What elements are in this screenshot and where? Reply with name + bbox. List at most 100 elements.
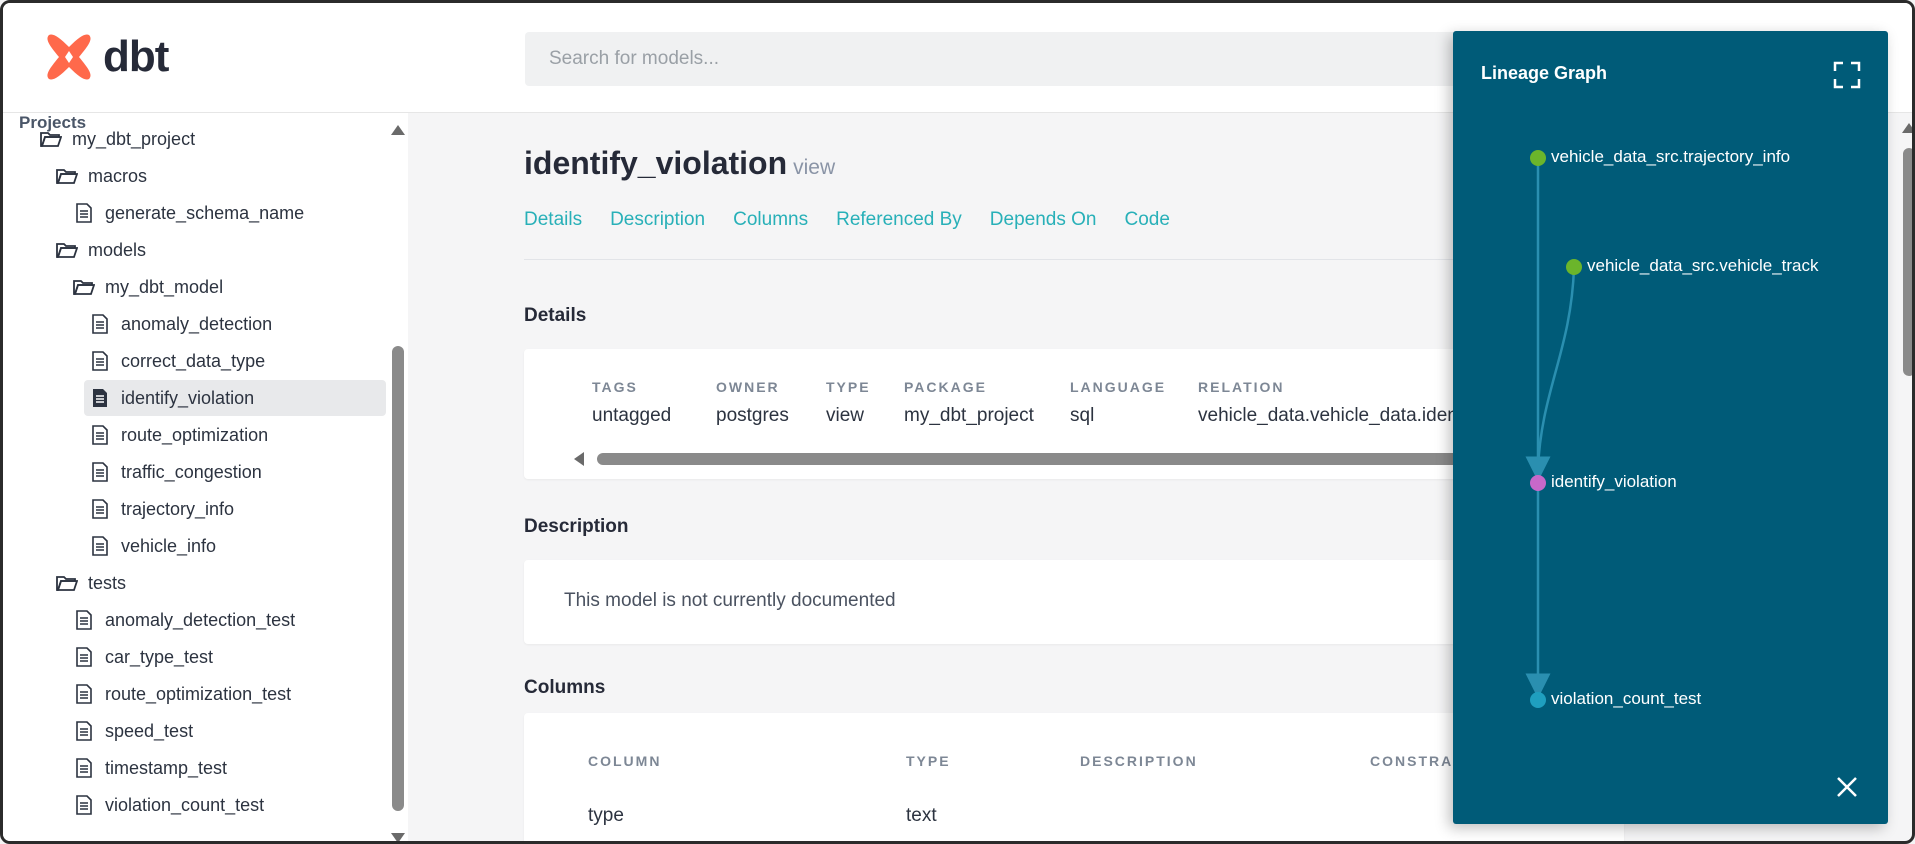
file-icon [76,610,92,630]
tree-item-label: route_optimization [121,424,269,445]
detail-value: untagged [592,405,672,426]
description-text: This model is not currently documented [564,590,896,611]
tree-file-car-type-test[interactable]: car_type_test [73,639,213,675]
close-icon[interactable] [1835,775,1859,799]
sidebar-scrollbar[interactable] [385,121,408,841]
file-filled-icon [93,389,107,407]
lineage-panel: Lineage Graph vehicle_data_src.trajector… [1453,31,1888,824]
model-name: identify_violation [524,145,788,181]
file-icon [76,203,92,223]
tree-item-label: car_type_test [105,646,214,667]
file-icon [76,647,92,667]
tab-details[interactable]: Details [524,209,582,231]
tree-file-route-optimization-test[interactable]: route_optimization_test [73,676,291,712]
tree-file-trajectory-info[interactable]: trajectory_info [89,491,234,527]
detail-label: OWNER [716,379,780,395]
lineage-node-dot[interactable] [1530,692,1546,708]
main-scroll-thumb[interactable] [1903,148,1912,376]
folder-open-icon [73,280,95,295]
detail-value: postgres [716,405,789,426]
tree-file-traffic-congestion[interactable]: traffic_congestion [89,454,262,490]
tab-depends-on[interactable]: Depends On [990,209,1097,231]
lineage-node-violation-count-test[interactable]: violation_count_test [1551,689,1701,709]
tree-file-vehicle-info[interactable]: vehicle_info [89,528,216,564]
lineage-node-vehicle-track[interactable]: vehicle_data_src.vehicle_track [1587,256,1819,276]
folder-open-icon [40,132,62,147]
detail-label: RELATION [1198,379,1285,395]
detail-label: TAGS [592,379,638,395]
column-header-type[interactable]: TYPE [906,753,951,769]
column-header-column[interactable]: COLUMN [588,753,661,769]
detail-package: PACKAGE my_dbt_project [904,379,1034,427]
dbt-logo[interactable]: dbt [43,31,169,83]
folder-open-icon [56,576,78,591]
lineage-node-identify-violation[interactable]: identify_violation [1551,472,1677,492]
description-heading: Description [524,516,629,537]
tab-referenced-by[interactable]: Referenced By [836,209,962,231]
tree-item-label: speed_test [105,720,194,741]
file-icon [92,351,108,371]
details-heading: Details [524,305,587,326]
tree-folder-models[interactable]: models [56,232,146,268]
detail-value: sql [1070,405,1095,426]
logo-text: dbt [103,32,169,81]
tree-item-label: models [88,239,147,260]
lineage-node-dot[interactable] [1530,150,1546,166]
column-header-description[interactable]: DESCRIPTION [1080,753,1198,769]
file-icon [76,795,92,815]
tab-code[interactable]: Code [1124,209,1169,231]
detail-label: TYPE [826,379,871,395]
detail-language: LANGUAGE sql [1070,379,1166,427]
tree-file-anomaly-detection[interactable]: anomaly_detection [89,306,272,342]
scroll-left-arrow-icon[interactable] [574,452,584,466]
tree-item-label: timestamp_test [105,757,228,778]
scroll-up-arrow-icon[interactable] [391,125,405,135]
tab-columns[interactable]: Columns [733,209,808,231]
detail-owner: OWNER postgres [716,379,789,427]
file-icon [76,758,92,778]
dbt-logo-icon [47,34,91,80]
tree-file-route-optimization[interactable]: route_optimization [89,417,268,453]
folder-open-icon [56,169,78,184]
main-scrollbar[interactable] [1898,113,1912,841]
file-icon [92,536,108,556]
scroll-up-arrow-icon[interactable] [1902,123,1912,133]
file-icon [76,721,92,741]
column-header-constraints[interactable]: CONSTRAI [1370,753,1459,769]
tree-item-label: identify_violation [121,387,255,408]
detail-type: TYPE view [826,379,871,427]
lineage-node-dot[interactable] [1530,475,1546,491]
scroll-down-arrow-icon[interactable] [391,833,405,841]
folder-open-icon [56,243,78,258]
tree-file-anomaly-detection-test[interactable]: anomaly_detection_test [73,602,295,638]
tree-item-label: vehicle_info [121,535,217,556]
tree-folder-my-dbt-model[interactable]: my_dbt_model [73,269,223,305]
detail-relation: RELATION vehicle_data.vehicle_data.ident [1198,379,1463,427]
detail-value: view [826,405,865,426]
tree-file-generate-schema-name[interactable]: generate_schema_name [73,195,304,231]
column-cell-name[interactable]: type [588,805,624,827]
sidebar-scroll-thumb[interactable] [392,346,404,811]
tree-item-label: anomaly_detection [121,313,273,334]
tree-item-label: route_optimization_test [105,683,292,704]
tree-file-violation-count-test[interactable]: violation_count_test [73,787,264,823]
lineage-node-trajectory-info[interactable]: vehicle_data_src.trajectory_info [1551,147,1790,167]
tree-folder-tests[interactable]: tests [56,565,126,601]
tree-item-label: anomaly_detection_test [105,609,296,630]
column-cell-type: text [906,805,937,826]
tree-item-label: my_dbt_project [72,128,196,149]
tree-item-label: violation_count_test [105,794,265,815]
tree-item-label: macros [88,165,148,186]
tree-file-identify-violation[interactable]: identify_violation [84,380,386,416]
app-window: dbt Projects my_dbt_project macros gener… [0,0,1915,844]
tree-file-correct-data-type[interactable]: correct_data_type [89,343,265,379]
tree-folder-macros[interactable]: macros [56,158,147,194]
tree-file-speed-test[interactable]: speed_test [73,713,193,749]
tab-description[interactable]: Description [610,209,705,231]
page-title: identify_violation view [524,145,835,182]
tree-folder-my-dbt-project[interactable]: my_dbt_project [40,121,195,157]
lineage-node-dot[interactable] [1566,259,1582,275]
tree-file-timestamp-test[interactable]: timestamp_test [73,750,227,786]
columns-heading: Columns [524,677,606,698]
tree-item-label: trajectory_info [121,498,235,519]
